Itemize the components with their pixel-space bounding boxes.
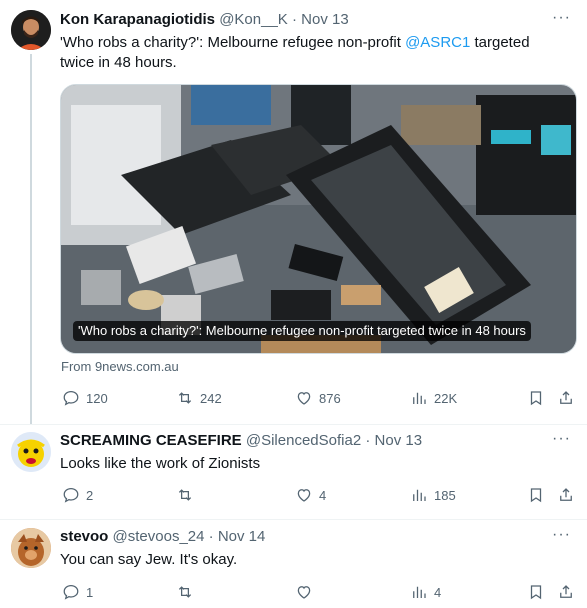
mention-link[interactable]: @ASRC1 xyxy=(405,34,470,51)
tweet-2[interactable]: SCREAMING CEASEFIRE @SilencedSofia2 · No… xyxy=(0,425,587,520)
bookmark-button[interactable] xyxy=(527,484,545,506)
tweet-text: Looks like the work of Zionists xyxy=(60,455,261,472)
like-icon xyxy=(297,586,311,599)
office-damage-photo xyxy=(61,85,576,353)
avatar[interactable] xyxy=(11,10,51,50)
like-count: 4 xyxy=(319,487,327,503)
bookmark-button[interactable] xyxy=(527,387,545,409)
reply-icon xyxy=(63,487,79,503)
timestamp[interactable]: Nov 13 xyxy=(301,11,349,28)
like-button[interactable]: 4 xyxy=(295,484,326,506)
repost-button[interactable]: 242 xyxy=(176,387,222,409)
reply-button[interactable]: 120 xyxy=(62,387,108,409)
separator: · xyxy=(287,11,302,28)
views-icon xyxy=(413,489,426,501)
reply-icon xyxy=(63,584,79,600)
tweet-text-part: 'Who robs a charity?': Melbourne refugee… xyxy=(60,34,406,51)
share-icon xyxy=(560,585,572,598)
bookmark-icon xyxy=(530,391,542,406)
tweet-header: Kon Karapanagiotidis @Kon__K · Nov 13 xyxy=(60,10,349,30)
more-icon[interactable]: ··· xyxy=(552,429,571,449)
display-name[interactable]: Kon Karapanagiotidis xyxy=(60,11,215,28)
display-name[interactable]: SCREAMING CEASEFIRE xyxy=(60,432,242,449)
repost-icon xyxy=(178,586,192,598)
thread-line xyxy=(30,54,32,424)
tweet-text: You can say Jew. It's okay. xyxy=(60,551,238,568)
repost-count: 242 xyxy=(200,390,222,406)
repost-button[interactable] xyxy=(176,581,200,603)
handle[interactable]: @Kon__K xyxy=(219,11,288,28)
reply-count: 2 xyxy=(86,487,94,503)
tweet-1[interactable]: Kon Karapanagiotidis @Kon__K · Nov 13 ··… xyxy=(0,0,587,425)
separator: · xyxy=(204,528,218,545)
more-icon[interactable]: ··· xyxy=(552,8,571,28)
like-count: 876 xyxy=(319,390,341,406)
reply-count: 120 xyxy=(86,390,108,406)
views-button[interactable]: 4 xyxy=(410,581,441,603)
link-card-image[interactable]: 'Who robs a charity?': Melbourne refugee… xyxy=(60,84,577,354)
reply-button[interactable]: 1 xyxy=(62,581,93,603)
action-bar: 1 4 xyxy=(60,581,577,603)
views-count: 185 xyxy=(434,487,456,503)
timestamp[interactable]: Nov 14 xyxy=(218,528,266,545)
link-card-caption[interactable]: 'Who robs a charity?': Melbourne refugee… xyxy=(73,321,531,341)
separator: · xyxy=(361,432,375,449)
reply-icon xyxy=(63,390,79,406)
share-button[interactable] xyxy=(557,387,575,409)
like-button[interactable]: 876 xyxy=(295,387,341,409)
share-button[interactable] xyxy=(557,484,575,506)
views-icon xyxy=(413,586,426,598)
avatar[interactable] xyxy=(11,432,51,472)
bookmark-icon xyxy=(530,585,542,600)
tweet-3[interactable]: stevoo @stevoos_24 · Nov 14 ··· You can … xyxy=(0,520,587,608)
like-button[interactable] xyxy=(295,581,319,603)
like-icon xyxy=(297,392,311,405)
display-name[interactable]: stevoo xyxy=(60,528,108,545)
share-icon xyxy=(560,391,572,404)
bookmark-button[interactable] xyxy=(527,581,545,603)
bookmark-icon xyxy=(530,488,542,503)
share-button[interactable] xyxy=(557,581,575,603)
reply-count: 1 xyxy=(86,584,94,600)
handle[interactable]: @stevoos_24 xyxy=(113,528,205,545)
views-count: 4 xyxy=(434,584,442,600)
reply-button[interactable]: 2 xyxy=(62,484,93,506)
avatar[interactable] xyxy=(11,528,51,568)
views-icon xyxy=(413,392,426,404)
tweet-header: stevoo @stevoos_24 · Nov 14 xyxy=(60,527,265,547)
link-card-source[interactable]: From 9news.com.au xyxy=(61,359,179,374)
share-icon xyxy=(560,488,572,501)
timestamp[interactable]: Nov 13 xyxy=(375,432,423,449)
tweet-text: 'Who robs a charity?': Melbourne refugee… xyxy=(60,33,560,73)
handle[interactable]: @SilencedSofia2 xyxy=(246,432,361,449)
repost-icon xyxy=(178,392,192,404)
action-bar: 120 242 876 22K xyxy=(60,387,577,409)
repost-icon xyxy=(178,489,192,501)
tweet-header: SCREAMING CEASEFIRE @SilencedSofia2 · No… xyxy=(60,431,422,451)
repost-button[interactable] xyxy=(176,484,200,506)
action-bar: 2 4 185 xyxy=(60,484,577,506)
views-count: 22K xyxy=(434,390,458,406)
more-icon[interactable]: ··· xyxy=(552,525,571,545)
views-button[interactable]: 185 xyxy=(410,484,456,506)
like-icon xyxy=(297,489,311,502)
views-button[interactable]: 22K xyxy=(410,387,457,409)
